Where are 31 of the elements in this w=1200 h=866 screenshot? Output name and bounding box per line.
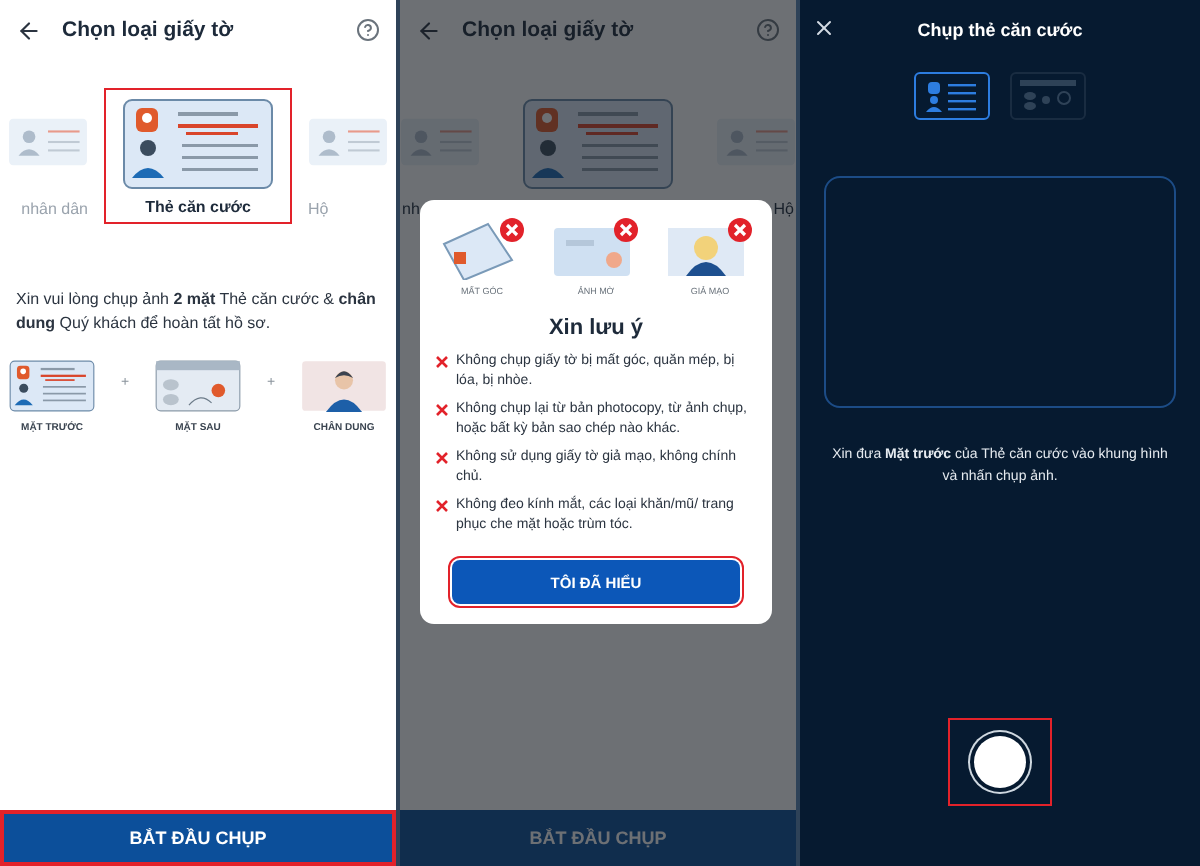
cross-icon: [436, 452, 448, 464]
id-card-icon: [122, 98, 274, 190]
document-type-option[interactable]: Hộ: [308, 200, 329, 218]
portrait-icon: [300, 360, 388, 412]
id-card-icon: [522, 98, 674, 190]
close-button[interactable]: [812, 16, 836, 40]
start-capture-button[interactable]: BẮT ĐẦU CHỤP: [0, 810, 396, 866]
shutter-button[interactable]: [948, 718, 1052, 806]
instruction-text: Xin vui lòng chụp ảnh 2 mặt Thẻ căn cước & chân dung Quý khách để hoàn tất hồ sơ.: [16, 288, 378, 336]
start-capture-button[interactable]: BẮT ĐẦU CHỤP: [400, 810, 796, 866]
rejected-photo-icon: [550, 216, 642, 280]
card-front-icon: [922, 78, 982, 114]
document-type-option[interactable]: nhân dân: [21, 200, 88, 218]
cross-icon: [436, 356, 448, 368]
card-back-icon: [154, 360, 242, 412]
back-icon[interactable]: [16, 17, 42, 43]
screen-title: Chụp thẻ căn cước: [917, 20, 1083, 40]
dialog-title: Xin lưu ý: [548, 316, 644, 340]
card-back-icon: [1018, 78, 1078, 114]
document-type-option[interactable]: Hộ: [773, 200, 794, 218]
cross-icon: [436, 404, 448, 416]
document-type-option[interactable]: nh: [402, 200, 420, 218]
help-icon[interactable]: [356, 18, 380, 42]
rejected-photo-icon: [664, 216, 756, 280]
card-side-tab[interactable]: [914, 72, 990, 120]
help-icon[interactable]: [756, 18, 780, 42]
screen-title: Chọn loại giấy tờ: [62, 18, 236, 42]
cross-icon: [436, 500, 448, 512]
screen-title: Chọn loại giấy tờ: [462, 18, 636, 42]
document-type-option[interactable]: Thẻ căn cước: [104, 88, 292, 224]
id-card-icon: [8, 360, 96, 412]
